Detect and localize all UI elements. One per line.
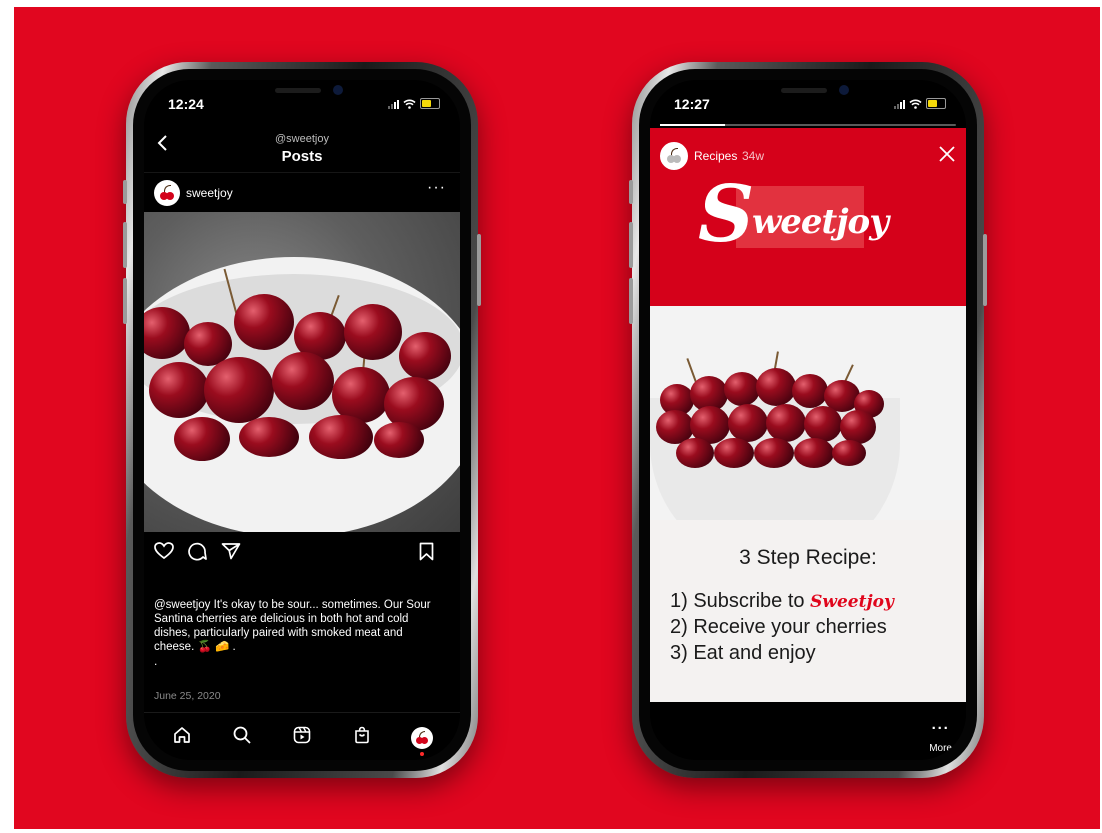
post-image[interactable]	[144, 212, 460, 532]
phone-right: 12:27 S weetjoy Recipes 34w 3 Step Recip…	[629, 62, 987, 778]
battery-icon	[926, 98, 946, 109]
story-content[interactable]: S weetjoy Recipes 34w 3 Step Recipe: 1) …	[650, 128, 966, 702]
page-title: Posts	[281, 148, 323, 165]
wifi-icon	[909, 99, 922, 109]
heart-icon[interactable]	[154, 542, 174, 566]
recipe-step-3: 3) Eat and enjoy	[670, 642, 816, 664]
story-age: 34w	[742, 149, 765, 163]
more-label: More	[929, 743, 952, 754]
caption-handle[interactable]: @sweetjoy	[154, 599, 210, 611]
post-caption: @sweetjoy It's okay to be sour... someti…	[154, 598, 446, 654]
more-button[interactable]: ··· More	[929, 720, 952, 754]
status-time: 12:24	[168, 96, 204, 112]
comment-icon[interactable]	[188, 542, 207, 567]
post-actions	[154, 542, 450, 566]
bottom-tab-bar	[144, 712, 460, 760]
brand-logo-initial: S	[698, 169, 755, 260]
post-date: June 25, 2020	[154, 690, 221, 702]
recipe-title: 3 Step Recipe:	[739, 546, 877, 569]
story-progress-bar	[660, 124, 956, 126]
story-account[interactable]: Recipes	[694, 149, 737, 163]
story-cherry-photo	[650, 306, 966, 520]
post-username[interactable]: sweetjoy	[186, 186, 233, 200]
search-icon[interactable]	[227, 726, 257, 750]
home-icon[interactable]	[167, 726, 197, 750]
caption-dot: .	[154, 654, 158, 668]
status-time: 12:27	[674, 96, 710, 112]
status-icons	[388, 98, 440, 109]
wifi-icon	[403, 99, 416, 109]
phone-left: 12:24 @sweetjoy Posts sweetjoy ··· @swee…	[123, 62, 481, 778]
brand-logo: weetjoy	[752, 202, 889, 242]
shop-icon[interactable]	[347, 726, 377, 750]
status-icons	[894, 98, 946, 109]
share-icon[interactable]	[221, 542, 241, 566]
header-username: @sweetjoy	[275, 133, 329, 145]
profile-icon[interactable]	[407, 727, 437, 756]
instagram-story-screen: 12:27 S weetjoy Recipes 34w 3 Step Recip…	[650, 80, 966, 760]
instagram-post-screen: 12:24 @sweetjoy Posts sweetjoy ··· @swee…	[144, 80, 460, 760]
recipe-step-1: 1) Subscribe to Sweetjoy	[670, 590, 894, 613]
signal-icon	[388, 99, 399, 109]
battery-icon	[420, 98, 440, 109]
close-icon[interactable]	[938, 143, 956, 169]
recipe-step-2: 2) Receive your cherries	[670, 616, 887, 638]
recipe-step-1-text: 1) Subscribe to	[670, 590, 805, 612]
bookmark-icon[interactable]	[419, 542, 434, 567]
reels-icon[interactable]	[287, 726, 317, 750]
signal-icon	[894, 99, 905, 109]
avatar[interactable]	[154, 180, 180, 206]
brand-logo-small: Sweetjoy	[810, 592, 894, 612]
more-options-icon[interactable]: ···	[427, 179, 446, 197]
story-avatar[interactable]	[660, 142, 688, 170]
more-dots-icon: ···	[931, 720, 950, 737]
post-header: sweetjoy ···	[144, 172, 460, 213]
